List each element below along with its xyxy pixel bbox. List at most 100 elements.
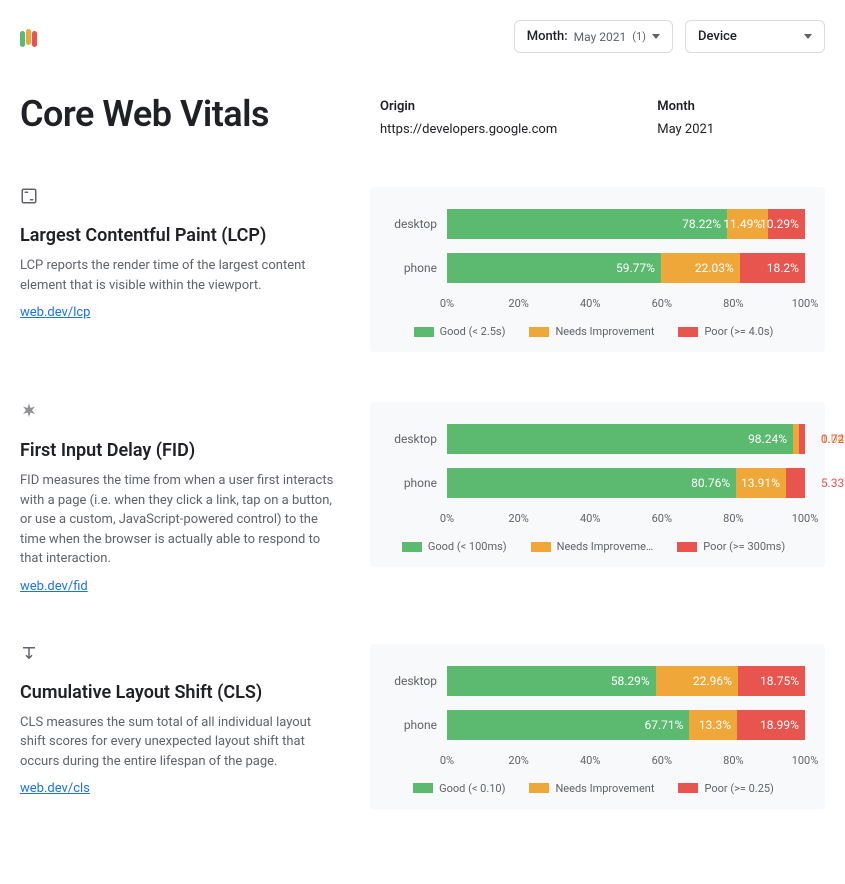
metrics-container: Largest Contentful Paint (LCP)LCP report… (20, 187, 825, 809)
metric-section-fid: First Input Delay (FID) FID measures the … (20, 402, 825, 594)
legend-label: Needs Improveme… (557, 540, 654, 553)
cls-icon (20, 644, 340, 664)
header: Core Web Vitals Origin https://developer… (20, 93, 825, 137)
logo-icon (20, 29, 37, 45)
origin-block: Origin https://developers.google.com (380, 99, 557, 137)
axis-tick: 40% (580, 754, 600, 767)
axis-tick: 60% (652, 512, 672, 525)
legend-swatch (402, 542, 422, 552)
axis-tick: 60% (652, 754, 672, 767)
device-filter-label: Device (698, 29, 737, 44)
chart-row-label: phone (382, 476, 447, 490)
bar-segment-good: 58.29% (447, 666, 656, 696)
axis-tick: 0% (440, 754, 454, 767)
axis-tick: 80% (723, 512, 743, 525)
legend-swatch (678, 783, 698, 793)
metric-link[interactable]: web.dev/lcp (20, 305, 90, 320)
bar-segment-poor: 18.99% (737, 710, 805, 740)
legend-item-poor: Poor (>= 300ms) (677, 540, 785, 553)
legend-item-ni: Needs Improvement (529, 325, 654, 338)
bar-segment-ni: 13.91% (736, 468, 786, 498)
month-filter[interactable]: Month: May 2021 (1) (514, 20, 673, 53)
origin-value: https://developers.google.com (380, 122, 557, 137)
chart-row: desktop98.24%1.04%0.72% (382, 424, 805, 454)
chart-axis: 0%20%40%60%80%100% (447, 297, 805, 315)
metric-info: Largest Contentful Paint (LCP)LCP report… (20, 187, 340, 320)
page-title: Core Web Vitals (20, 93, 340, 135)
axis-tick: 80% (723, 754, 743, 767)
axis-tick: 40% (580, 512, 600, 525)
bar-track: 98.24%1.04%0.72% (447, 424, 805, 454)
metric-section-lcp: Largest Contentful Paint (LCP)LCP report… (20, 187, 825, 352)
bar-value-label: 0.72% (821, 432, 845, 446)
month-filter-count: (1) (632, 30, 646, 43)
chart-row: phone59.77%22.03%18.2% (382, 253, 805, 283)
legend-swatch (414, 327, 434, 337)
origin-label: Origin (380, 99, 557, 114)
bar-value-label: 5.33% (821, 476, 845, 490)
chart-axis: 0%20%40%60%80%100% (447, 512, 805, 530)
axis-tick: 20% (508, 297, 528, 310)
chart-legend: Good (< 2.5s) Needs Improvement Poor (>= 4… (382, 325, 805, 338)
legend-label: Poor (>= 4.0s) (704, 325, 773, 338)
bar-segment-good: 78.22% (447, 209, 727, 239)
chevron-down-icon (652, 34, 660, 39)
metric-desc: FID measures the time from when a user f… (20, 471, 340, 569)
legend-swatch (529, 783, 549, 793)
bar-segment-good: 98.24% (447, 424, 793, 454)
legend-item-good: Good (< 0.10) (413, 782, 505, 795)
bar-segment-ni: 22.96% (656, 666, 738, 696)
legend-item-ni: Needs Improveme… (531, 540, 654, 553)
legend-swatch (677, 542, 697, 552)
axis-tick: 20% (508, 754, 528, 767)
meta-block: Origin https://developers.google.com Mon… (380, 93, 714, 137)
month-label: Month (657, 99, 714, 114)
axis-tick: 20% (508, 512, 528, 525)
legend-item-poor: Poor (>= 0.25) (678, 782, 773, 795)
chart-row: phone67.71%13.3%18.99% (382, 710, 805, 740)
device-filter[interactable]: Device (685, 20, 825, 53)
metric-section-cls: Cumulative Layout Shift (CLS)CLS measure… (20, 644, 825, 809)
chart-panel-cls: desktop58.29%22.96%18.75%phone67.71%13.3… (370, 644, 825, 809)
axis-tick: 100% (792, 512, 819, 525)
chart-legend: Good (< 100ms) Needs Improveme… Poor (>= 3… (382, 540, 805, 553)
bar-segment-good: 80.76% (447, 468, 736, 498)
legend-swatch (531, 542, 551, 552)
bar-segment-ni: 13.3% (689, 710, 737, 740)
chart-row-label: desktop (382, 432, 447, 446)
chart-row-label: phone (382, 718, 447, 732)
axis-tick: 60% (652, 297, 672, 310)
chart-axis: 0%20%40%60%80%100% (447, 754, 805, 772)
chart-row-label: desktop (382, 674, 447, 688)
metric-link[interactable]: web.dev/fid (20, 579, 88, 594)
top-bar: Month: May 2021 (1) Device (20, 20, 825, 53)
legend-item-good: Good (< 100ms) (402, 540, 507, 553)
bar-segment-good: 67.71% (447, 710, 689, 740)
axis-tick: 100% (792, 297, 819, 310)
legend-label: Good (< 100ms) (428, 540, 507, 553)
metric-title: First Input Delay (FID) (20, 440, 340, 461)
fid-icon (20, 402, 340, 422)
legend-item-poor: Poor (>= 4.0s) (678, 325, 773, 338)
legend-label: Good (< 0.10) (439, 782, 505, 795)
month-block: Month May 2021 (657, 99, 714, 137)
axis-tick: 80% (723, 297, 743, 310)
chart-row: desktop78.22%11.49%10.29% (382, 209, 805, 239)
bar-track: 78.22%11.49%10.29% (447, 209, 805, 239)
legend-swatch (529, 327, 549, 337)
bar-track: 67.71%13.3%18.99% (447, 710, 805, 740)
axis-tick: 0% (440, 512, 454, 525)
chart-panel-lcp: desktop78.22%11.49%10.29% phone59.77%22.0… (370, 187, 825, 352)
bar-segment-poor: 0.72% (799, 424, 805, 454)
legend-label: Needs Improvement (555, 325, 654, 338)
chart-panel-fid: desktop98.24%1.04%0.72% phone80.76%13.91%… (370, 402, 825, 567)
chart-row-label: desktop (382, 217, 447, 231)
legend-item-ni: Needs Improvement (529, 782, 654, 795)
bar-segment-poor: 5.33% (786, 468, 805, 498)
legend-label: Needs Improvement (555, 782, 654, 795)
legend-item-good: Good (< 2.5s) (414, 325, 506, 338)
bar-segment-good: 59.77% (447, 253, 661, 283)
legend-swatch (678, 327, 698, 337)
month-value: May 2021 (657, 122, 714, 137)
metric-link[interactable]: web.dev/cls (20, 781, 90, 796)
